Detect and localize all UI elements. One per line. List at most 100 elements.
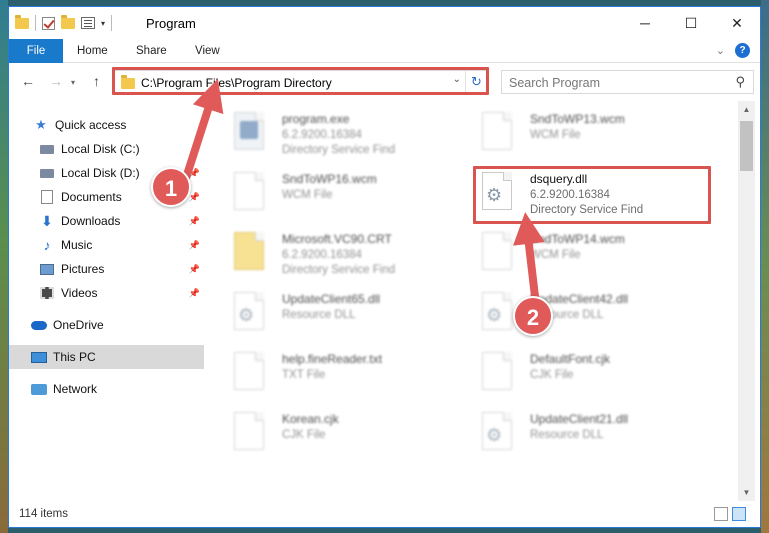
toolbar-divider (35, 15, 36, 31)
scroll-up-arrow-icon[interactable]: ▲ (738, 101, 755, 118)
downloads-icon: ⬇ (41, 212, 53, 229)
search-icon[interactable]: ⚲ (735, 74, 745, 90)
file-type: TXT File (282, 369, 326, 381)
file-list: program.exe 6.2.9200.16384 Directory Ser… (204, 101, 738, 501)
help-icon[interactable]: ? (735, 43, 750, 58)
file-item[interactable]: help.fineReader.txt TXT File (204, 343, 452, 401)
file-type: WCM File (530, 249, 581, 261)
blank-file-icon (482, 232, 512, 270)
folder-icon[interactable] (15, 14, 29, 29)
ribbon-tabs: File Home Share View ⌄ ? (9, 39, 760, 63)
sidebar-item-label: Videos (61, 286, 98, 300)
view-options-icon[interactable] (81, 17, 95, 29)
sidebar-item-quick-access[interactable]: ★ Quick access (9, 113, 204, 137)
tab-file[interactable]: File (9, 39, 63, 63)
status-bar: 114 items (9, 501, 760, 527)
file-name: SndToWP16.wcm (282, 172, 377, 186)
file-name: UpdateClient21.dll (530, 412, 629, 426)
pin-icon[interactable]: 📌 (189, 192, 200, 203)
properties-check-icon[interactable] (42, 16, 55, 30)
item-count: 114 items (19, 508, 69, 520)
file-name: SndToWP14.wcm (530, 232, 625, 246)
local-disk-icon (39, 166, 55, 180)
expand-ribbon-chevron-icon[interactable]: ⌄ (716, 44, 725, 57)
refresh-icon[interactable]: ↻ (465, 71, 487, 93)
file-name: Korean.cjk (282, 412, 339, 426)
file-item[interactable]: SndToWP14.wcm WCM File (452, 223, 700, 281)
this-pc-icon (31, 350, 47, 364)
file-version: 6.2.9200.16384 (282, 249, 362, 261)
file-item[interactable]: UpdateClient42.dll Resource DLL (452, 283, 700, 341)
tab-home[interactable]: Home (77, 39, 108, 63)
back-arrow-icon[interactable]: ← (21, 73, 35, 89)
file-item[interactable]: program.exe 6.2.9200.16384 Directory Ser… (204, 103, 452, 161)
close-button[interactable]: ✕ (714, 7, 760, 39)
search-placeholder[interactable]: Search Program (509, 76, 600, 90)
toolbar-divider (111, 15, 113, 31)
address-bar[interactable]: C:\Program Files\Program Directory ⌄ ↻ (114, 70, 488, 94)
scroll-down-arrow-icon[interactable]: ▼ (738, 484, 755, 501)
search-box[interactable]: Search Program ⚲ (501, 70, 754, 94)
sidebar-item-videos[interactable]: Videos 📌 (9, 281, 204, 305)
file-version: 6.2.9200.16384 (282, 129, 362, 141)
file-name: SndToWP13.wcm (530, 112, 625, 126)
tab-share[interactable]: Share (136, 39, 167, 63)
file-item[interactable]: UpdateClient65.dll Resource DLL (204, 283, 452, 341)
blank-file-icon (482, 352, 512, 390)
file-item[interactable]: SndToWP16.wcm WCM File (204, 163, 452, 221)
folder-file-icon (234, 232, 264, 270)
desktop-background-right (761, 0, 769, 533)
sidebar-item-local-disk-c[interactable]: Local Disk (C:) (9, 137, 204, 161)
vertical-scrollbar[interactable]: ▲ ▼ (738, 101, 755, 501)
file-item[interactable]: UpdateClient21.dll Resource DLL (452, 403, 700, 461)
address-dropdown-chevron-icon[interactable]: ⌄ (453, 74, 461, 85)
file-item-dsquery[interactable]: dsquery.dll 6.2.9200.16384 Directory Ser… (452, 163, 700, 221)
pin-icon[interactable]: 📌 (189, 240, 200, 251)
dll-gear-icon (482, 292, 512, 330)
tiles-view-icon[interactable] (732, 507, 746, 521)
sidebar-item-this-pc[interactable]: This PC (9, 345, 204, 369)
view-toggle (714, 507, 746, 521)
file-description: Directory Service Find (282, 144, 396, 156)
desktop-background-left (0, 0, 8, 533)
file-item[interactable]: DefaultFont.cjk CJK File (452, 343, 700, 401)
quick-access-toolbar: ▾ (15, 14, 113, 31)
pin-icon[interactable]: 📌 (189, 264, 200, 275)
customize-toolbar-caret-icon[interactable]: ▾ (101, 19, 105, 28)
sidebar-item-label: Local Disk (C:) (61, 142, 140, 156)
sidebar-item-network[interactable]: Network (9, 377, 204, 401)
tab-view[interactable]: View (195, 39, 220, 63)
sidebar-item-label: Documents (61, 190, 122, 204)
forward-arrow-icon[interactable]: → (49, 73, 63, 89)
documents-icon (39, 190, 55, 204)
sidebar-item-music[interactable]: ♪ Music 📌 (9, 233, 204, 257)
new-folder-icon[interactable] (61, 14, 75, 29)
step-badge-1: 1 (151, 167, 191, 207)
ribbon-right-controls: ⌄ ? (716, 43, 750, 58)
sidebar-item-downloads[interactable]: ⬇ Downloads 📌 (9, 209, 204, 233)
recent-locations-chevron-icon[interactable]: ▾ (71, 78, 75, 87)
file-item[interactable]: Microsoft.VC90.CRT 6.2.9200.16384 Direct… (204, 223, 452, 281)
file-item[interactable]: SndToWP13.wcm WCM File (452, 103, 700, 161)
maximize-button[interactable]: ☐ (668, 7, 714, 39)
minimize-button[interactable]: ─ (622, 7, 668, 39)
file-name: dsquery.dll (530, 172, 588, 186)
scroll-thumb[interactable] (740, 121, 753, 171)
file-type: Resource DLL (530, 429, 604, 441)
details-view-icon[interactable] (714, 507, 728, 521)
music-icon: ♪ (43, 237, 51, 253)
pin-icon[interactable]: 📌 (189, 288, 200, 299)
sidebar-item-onedrive[interactable]: OneDrive (9, 313, 204, 337)
file-item[interactable]: Korean.cjk CJK File (204, 403, 452, 461)
explorer-window: ▾ Program ─ ☐ ✕ File Home Share View ⌄ ?… (8, 6, 761, 528)
pin-icon[interactable]: 📌 (189, 216, 200, 227)
file-name: program.exe (282, 112, 350, 126)
pictures-icon (39, 262, 55, 276)
sidebar-item-label: OneDrive (53, 318, 104, 332)
pin-icon[interactable]: 📌 (189, 168, 200, 179)
onedrive-icon (31, 318, 47, 332)
sidebar-item-pictures[interactable]: Pictures 📌 (9, 257, 204, 281)
title-bar: ▾ Program ─ ☐ ✕ (9, 7, 760, 39)
up-arrow-icon[interactable]: ↑ (93, 73, 100, 89)
address-path[interactable]: C:\Program Files\Program Directory (141, 76, 332, 90)
